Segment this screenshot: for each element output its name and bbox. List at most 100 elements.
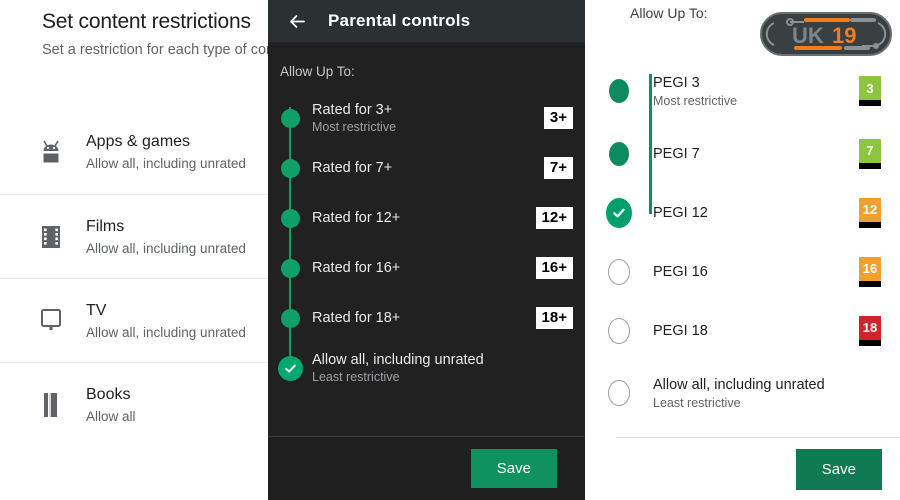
- pegi-option-allow-all[interactable]: Allow all, including unrated Least restr…: [585, 360, 900, 426]
- rating-label: Allow all, including unrated: [312, 352, 585, 368]
- pegi-badge-12: 12: [859, 198, 881, 228]
- category-row-films[interactable]: Films Allow all, including unrated: [0, 194, 268, 278]
- rating-sublabel: Most restrictive: [312, 120, 544, 134]
- arrow-left-icon[interactable]: [282, 6, 312, 36]
- dark-panel-header: Parental controls: [268, 0, 585, 42]
- rating-list-center: Rated for 3+ Most restrictive 3+ Rated f…: [268, 93, 585, 393]
- rating-badge: 18+: [536, 307, 573, 330]
- radio-dot-filled-icon: [609, 79, 629, 103]
- pegi-badge-3: 3: [859, 76, 881, 106]
- radio-dot-wrap[interactable]: [585, 198, 653, 228]
- pegi-label: PEGI 3: [653, 75, 859, 91]
- pegi-option-7[interactable]: PEGI 7 7: [585, 124, 900, 183]
- pegi-option-16[interactable]: PEGI 16 16: [585, 242, 900, 301]
- category-name: Apps & games: [86, 133, 246, 151]
- radio-dot-wrap[interactable]: [585, 380, 653, 406]
- rating-badge: 16+: [536, 257, 573, 280]
- pegi-option-18[interactable]: PEGI 18 18: [585, 301, 900, 360]
- radio-dot-filled-icon: [281, 209, 300, 228]
- pegi-label: PEGI 12: [653, 205, 859, 221]
- radio-dot-filled-icon: [281, 309, 300, 328]
- rating-badge: 7+: [544, 157, 573, 180]
- pegi-badge-7: 7: [859, 139, 881, 169]
- category-name: Books: [86, 386, 136, 404]
- rating-label: Rated for 16+: [312, 260, 536, 276]
- uk19-watermark-logo: UK 19: [760, 12, 892, 56]
- category-row-tv[interactable]: TV Allow all, including unrated: [0, 278, 268, 362]
- category-row-books[interactable]: Books Allow all: [0, 362, 268, 446]
- category-desc: Allow all, including unrated: [86, 156, 246, 171]
- category-desc: Allow all: [86, 409, 136, 424]
- pegi-badge-16: 16: [859, 257, 881, 287]
- rating-label: Rated for 12+: [312, 210, 536, 226]
- allow-up-to-label-center: Allow Up To:: [268, 42, 585, 79]
- pegi-badge-value: 12: [859, 198, 881, 222]
- svg-text:UK: UK: [792, 23, 824, 48]
- books-icon: [38, 390, 64, 420]
- pegi-badge-value: 18: [859, 316, 881, 340]
- parental-controls-dark-panel: Parental controls Allow Up To: Rated for…: [268, 0, 585, 500]
- dark-panel-footer: Save: [268, 436, 585, 500]
- film-strip-icon: [38, 222, 64, 252]
- rating-option-16plus[interactable]: Rated for 16+ 16+: [268, 243, 585, 293]
- pegi-ratings-panel: Allow Up To: UK 19 PEGI 3 Most re: [585, 0, 900, 500]
- pegi-sublabel: Least restrictive: [653, 396, 900, 410]
- page-title: Set content restrictions: [42, 10, 251, 34]
- radio-dot-wrap[interactable]: [268, 209, 312, 228]
- pegi-label: PEGI 16: [653, 264, 859, 280]
- allow-up-to-label-right: Allow Up To:: [630, 5, 708, 21]
- pegi-badge-bar: [859, 163, 881, 169]
- rating-option-7plus[interactable]: Rated for 7+ 7+: [268, 143, 585, 193]
- pegi-sublabel: Most restrictive: [653, 94, 859, 108]
- pegi-badge-value: 7: [859, 139, 881, 163]
- radio-dot-checked-icon: [606, 198, 632, 228]
- category-name: Films: [86, 218, 246, 236]
- dark-panel-title: Parental controls: [328, 11, 470, 31]
- radio-dot-empty-icon: [608, 259, 630, 285]
- rating-option-allow-all[interactable]: Allow all, including unrated Least restr…: [268, 343, 585, 393]
- pegi-badge-bar: [859, 340, 881, 346]
- pegi-rating-list: PEGI 3 Most restrictive 3 PEGI 7 7: [585, 58, 900, 426]
- category-desc: Allow all, including unrated: [86, 241, 246, 256]
- radio-dot-filled-icon: [281, 109, 300, 128]
- save-button-right[interactable]: Save: [796, 449, 882, 490]
- content-restrictions-panel: Set content restrictions Set a restricti…: [0, 0, 268, 500]
- category-name: TV: [86, 302, 246, 320]
- radio-dot-empty-icon: [608, 318, 630, 344]
- rating-badge: 12+: [536, 207, 573, 230]
- svg-text:19: 19: [832, 23, 856, 48]
- radio-dot-wrap[interactable]: [268, 259, 312, 278]
- radio-dot-wrap[interactable]: [585, 318, 653, 344]
- radio-dot-empty-icon: [608, 380, 630, 406]
- radio-dot-wrap[interactable]: [268, 109, 312, 128]
- radio-dot-wrap[interactable]: [585, 259, 653, 285]
- rating-badge: 3+: [544, 107, 573, 130]
- rating-option-3plus[interactable]: Rated for 3+ Most restrictive 3+: [268, 93, 585, 143]
- category-row-apps-games[interactable]: Apps & games Allow all, including unrate…: [0, 110, 268, 194]
- pegi-option-12[interactable]: PEGI 12 12: [585, 183, 900, 242]
- tv-monitor-icon: [38, 306, 64, 336]
- page-subtitle: Set a restriction for each type of conte…: [42, 42, 268, 58]
- pegi-label: PEGI 18: [653, 323, 859, 339]
- radio-dot-wrap[interactable]: [268, 159, 312, 178]
- radio-dot-wrap[interactable]: [585, 142, 653, 166]
- rating-sublabel: Least restrictive: [312, 370, 585, 384]
- radio-dot-filled-icon: [609, 142, 629, 166]
- right-panel-footer: Save: [585, 438, 900, 500]
- rating-option-12plus[interactable]: Rated for 12+ 12+: [268, 193, 585, 243]
- rating-label: Rated for 18+: [312, 310, 536, 326]
- radio-dot-wrap[interactable]: [585, 79, 653, 103]
- radio-dot-wrap[interactable]: [268, 309, 312, 328]
- pegi-label: PEGI 7: [653, 146, 859, 162]
- pegi-badge-bar: [859, 100, 881, 106]
- pegi-option-3[interactable]: PEGI 3 Most restrictive 3: [585, 58, 900, 124]
- pegi-label: Allow all, including unrated: [653, 377, 900, 393]
- save-button-center[interactable]: Save: [471, 449, 557, 488]
- category-list: Apps & games Allow all, including unrate…: [0, 110, 268, 446]
- radio-dot-filled-icon: [281, 259, 300, 278]
- radio-dot-wrap[interactable]: [268, 356, 312, 381]
- radio-dot-filled-icon: [281, 159, 300, 178]
- rating-option-18plus[interactable]: Rated for 18+ 18+: [268, 293, 585, 343]
- android-robot-icon: [38, 137, 64, 167]
- radio-dot-checked-icon: [278, 356, 303, 381]
